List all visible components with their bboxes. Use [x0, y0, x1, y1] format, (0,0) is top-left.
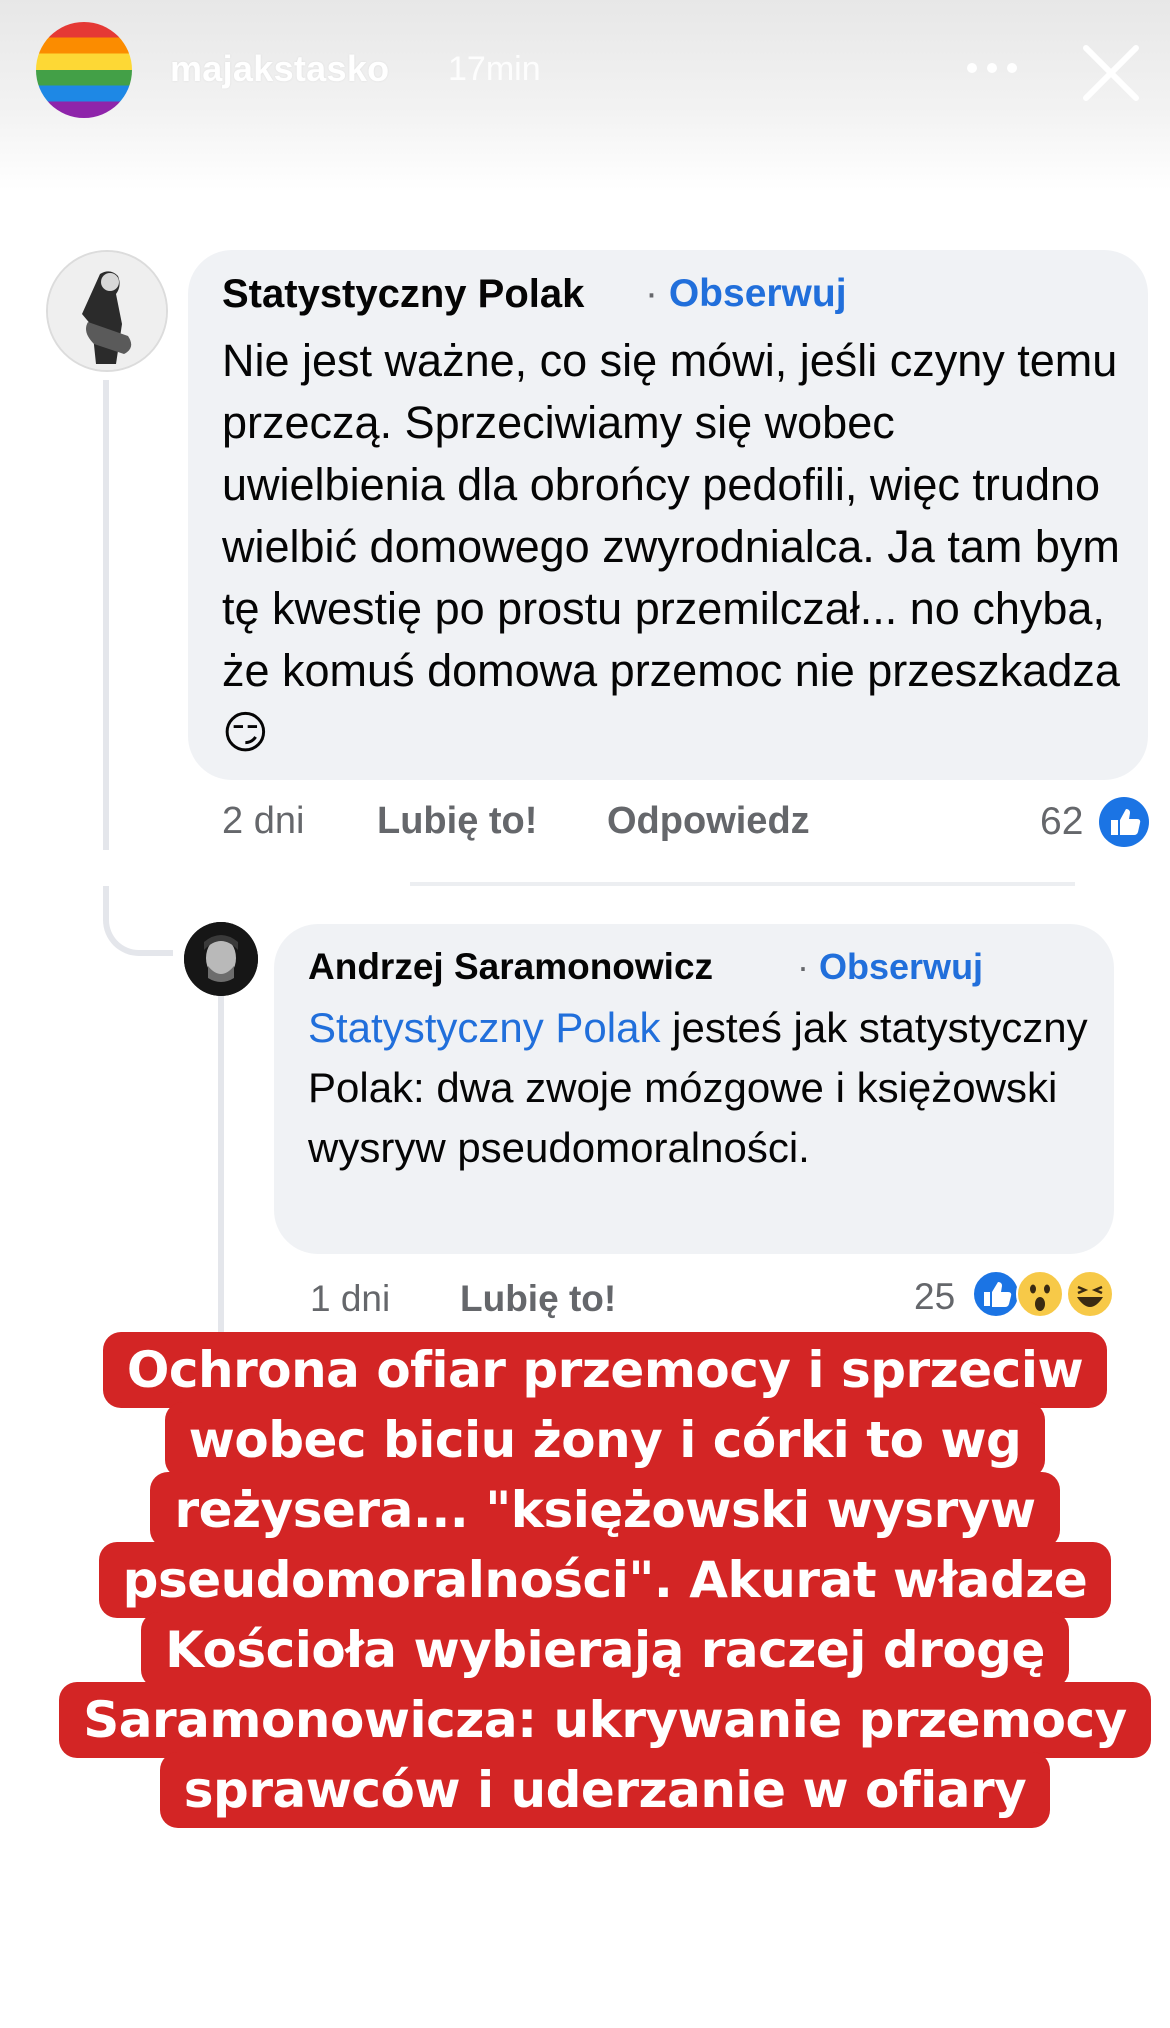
more-icon[interactable] [962, 48, 1022, 88]
caption-line: reżysera... "księżowski wysryw [150, 1472, 1060, 1548]
like-reaction-icon[interactable] [972, 1270, 1020, 1318]
story-header [0, 0, 1170, 190]
reaction-count: 25 [914, 1276, 956, 1317]
avatar-figure-icon [48, 252, 166, 370]
caption-line: Ochrona ofiar przemocy i sprzeciw [102, 1332, 1108, 1408]
reply-text: Statystyczny Polak jesteś jak statystycz… [308, 998, 1088, 1178]
story-avatar[interactable] [36, 22, 132, 118]
caption-line: wobec biciu żony i córki to wg [164, 1402, 1046, 1478]
divider [410, 882, 1075, 886]
avatar-face-icon [184, 922, 258, 996]
close-icon[interactable] [1080, 42, 1142, 104]
commenter-avatar[interactable] [46, 250, 168, 372]
reaction-count: 62 [1040, 800, 1084, 843]
reply-author[interactable]: Andrzej Saramonowicz [308, 946, 713, 988]
separator-dot: · [645, 272, 658, 315]
reply-connector [103, 886, 173, 956]
comment-age: 2 dni [222, 800, 305, 842]
reply-age: 1 dni [310, 1278, 391, 1319]
separator-dot: · [797, 946, 809, 987]
follow-label[interactable]: Obserwuj [669, 272, 847, 315]
caption-line: pseudomoralności". Akurat władze [98, 1542, 1112, 1618]
wow-reaction-icon[interactable] [1016, 1270, 1064, 1318]
caption-line: sprawców i uderzanie w ofiary [159, 1752, 1051, 1828]
mention-link[interactable]: Statystyczny Polak [308, 1004, 660, 1051]
follow-label[interactable]: Obserwuj [819, 946, 983, 987]
like-reaction-icon[interactable] [1098, 796, 1150, 848]
story-caption: Ochrona ofiar przemocy i sprzeciw wobec … [40, 1332, 1170, 1828]
caption-line: Saramonowicza: ukrywanie przemocy [59, 1682, 1151, 1758]
caption-line: Kościoła wybierają raczej drogę [141, 1612, 1069, 1688]
thread-line [218, 990, 224, 1340]
comment-body: Nie jest ważne, co się mówi, jeśli czyny… [222, 335, 1120, 696]
like-button[interactable]: Lubię to! [460, 1278, 616, 1320]
follow-link[interactable]: · Obserwuj [645, 272, 847, 316]
like-button[interactable]: Lubię to! [377, 800, 537, 843]
reply-avatar[interactable] [184, 922, 258, 996]
story-time: 17min [448, 50, 541, 88]
haha-reaction-icon[interactable] [1066, 1270, 1114, 1318]
thread-line [103, 380, 109, 850]
comment-text: Nie jest ważne, co się mówi, jeśli czyny… [222, 330, 1122, 764]
smirk-emoji: 😏 [222, 706, 269, 759]
reply-button[interactable]: Odpowiedz [607, 800, 810, 843]
follow-link[interactable]: · Obserwuj [797, 946, 983, 988]
comment-author[interactable]: Statystyczny Polak [222, 272, 584, 317]
story-username[interactable]: majakstasko [170, 48, 389, 90]
